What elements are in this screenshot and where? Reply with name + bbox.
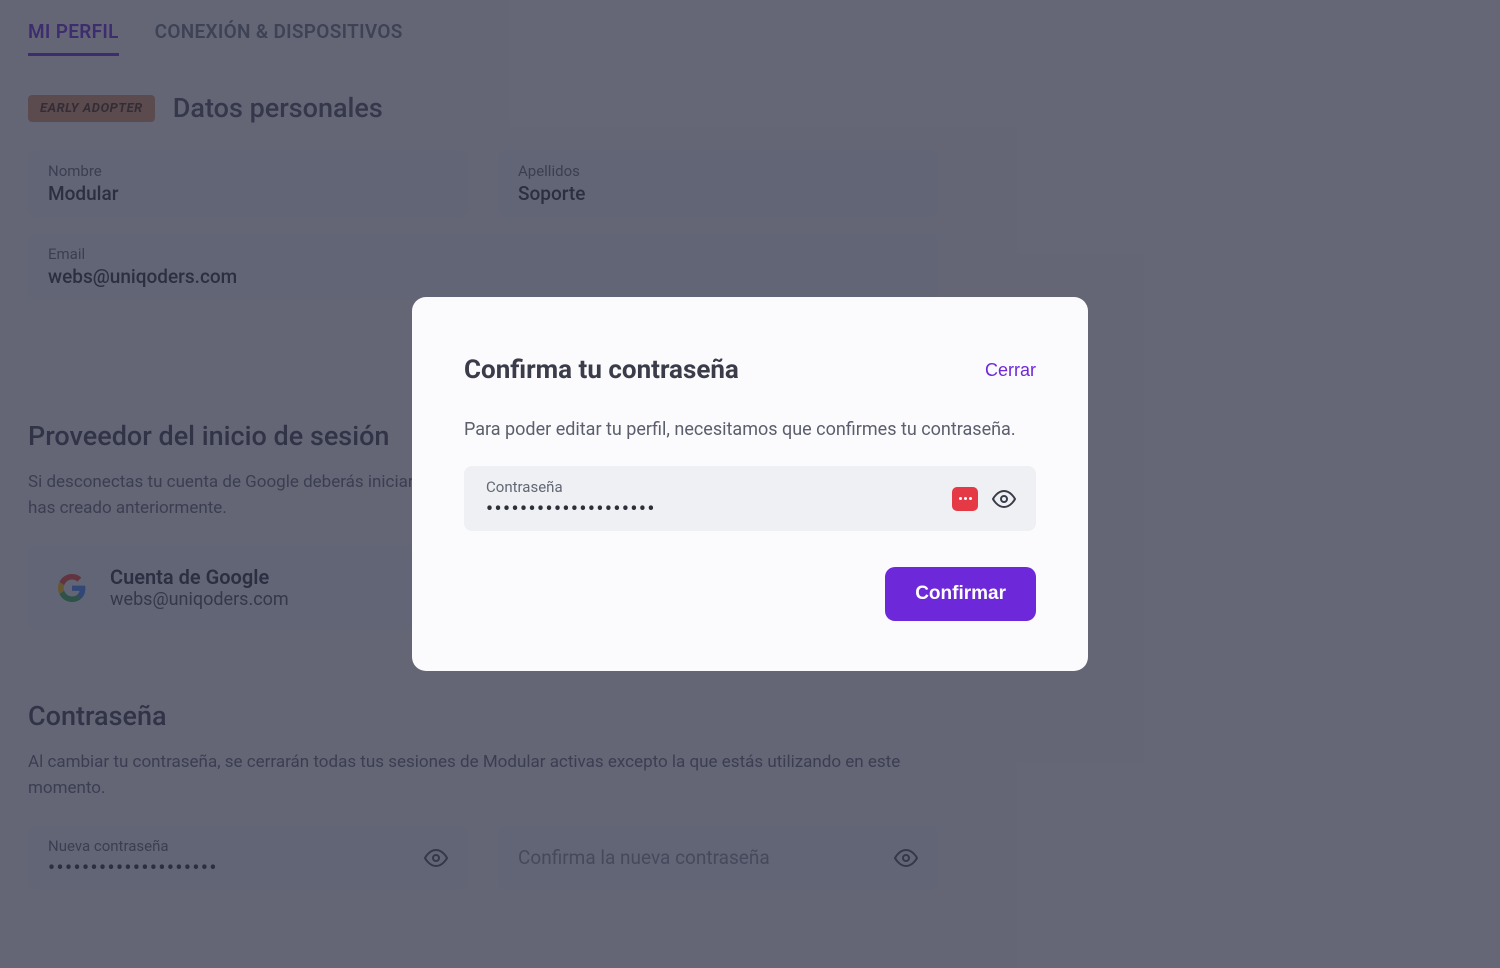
modal-desc: Para poder editar tu perfil, necesitamos…: [464, 419, 1036, 440]
confirm-password-modal: Confirma tu contraseña Cerrar Para poder…: [412, 297, 1088, 671]
modal-overlay: Confirma tu contraseña Cerrar Para poder…: [0, 0, 1500, 968]
modal-password-field[interactable]: Contraseña ••••••••••••••••••••: [464, 466, 1036, 531]
close-button[interactable]: Cerrar: [985, 360, 1036, 381]
confirm-button[interactable]: Confirmar: [885, 567, 1036, 621]
eye-icon[interactable]: [992, 487, 1016, 511]
modal-title: Confirma tu contraseña: [464, 355, 739, 385]
modal-password-value: ••••••••••••••••••••: [486, 496, 656, 520]
password-manager-icon[interactable]: [952, 487, 978, 511]
modal-password-label: Contraseña: [486, 478, 1014, 496]
